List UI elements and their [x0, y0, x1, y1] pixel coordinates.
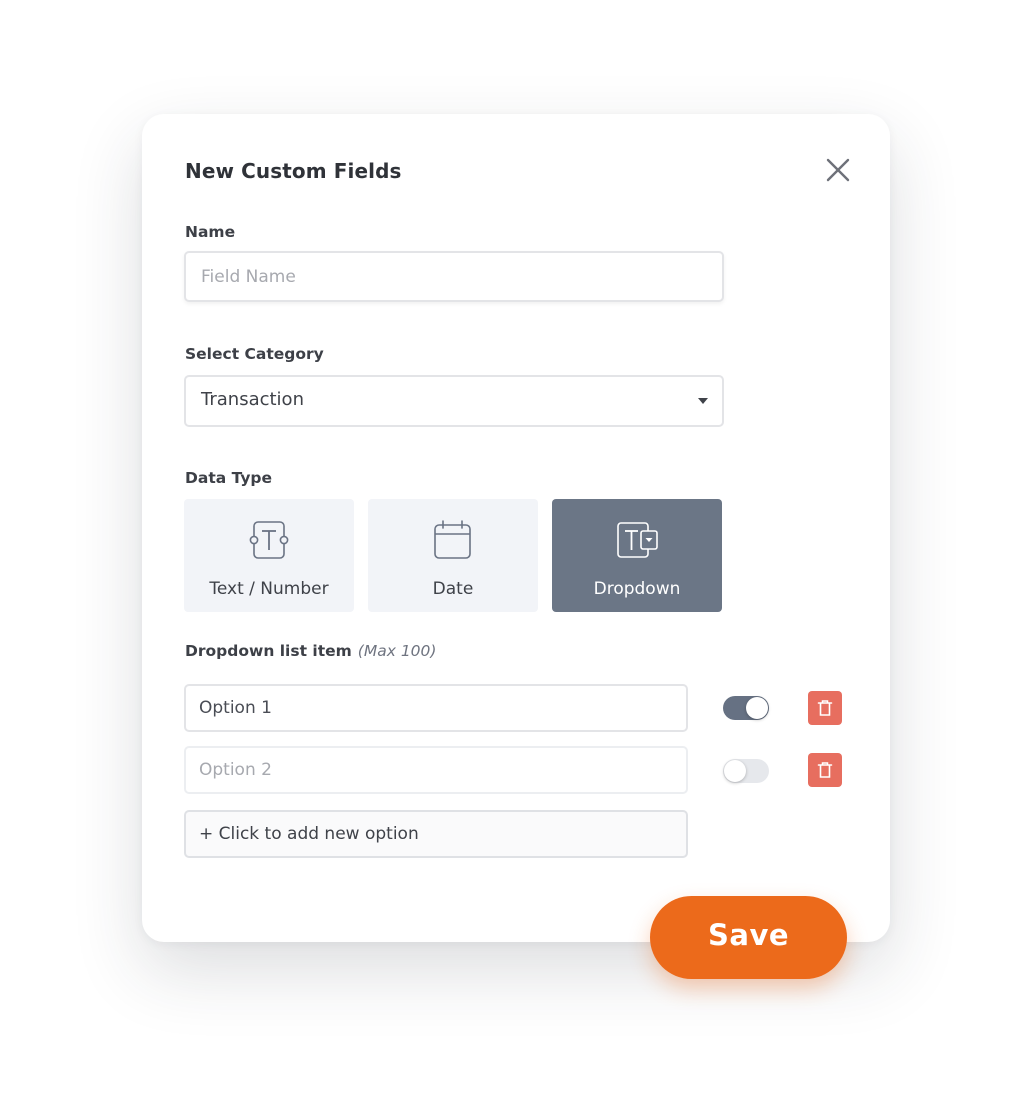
category-label: Select Category — [185, 345, 324, 363]
name-label: Name — [185, 223, 236, 241]
data-type-date[interactable]: Date — [368, 499, 538, 612]
category-selected-value: Transaction — [201, 389, 304, 410]
dropdown-list-title: Dropdown list item — [185, 642, 352, 660]
add-option-button[interactable]: + Click to add new option — [184, 810, 688, 858]
data-type-label-date: Date — [432, 579, 474, 599]
close-icon — [826, 158, 850, 182]
toggle-knob — [746, 697, 768, 719]
delete-option-1-button[interactable] — [808, 691, 842, 725]
trash-icon — [817, 762, 833, 778]
option-1-toggle[interactable] — [723, 696, 769, 720]
data-type-text-number[interactable]: Text / Number — [184, 499, 354, 612]
save-button-label: Save — [707, 918, 790, 952]
delete-option-2-button[interactable] — [808, 753, 842, 787]
data-type-label-text-number: Text / Number — [209, 579, 329, 599]
toggle-knob — [724, 760, 746, 782]
dropdown-list-label: Dropdown list item (Max 100) — [185, 642, 436, 660]
save-button[interactable]: Save — [650, 896, 847, 979]
field-name-input[interactable] — [184, 251, 724, 302]
data-type-dropdown[interactable]: Dropdown — [552, 499, 722, 612]
option-input-1[interactable] — [184, 684, 688, 732]
trash-icon — [817, 700, 833, 716]
add-option-label: + Click to add new option — [199, 824, 419, 844]
option-input-2[interactable] — [184, 746, 688, 794]
dropdown-list-hint: (Max 100) — [357, 642, 437, 660]
calendar-icon — [434, 520, 471, 559]
data-type-label: Data Type — [185, 469, 273, 487]
dropdown-field-icon — [617, 522, 658, 558]
close-button[interactable] — [822, 155, 854, 187]
data-type-label-dropdown: Dropdown — [593, 579, 681, 599]
option-2-toggle[interactable] — [723, 759, 769, 783]
dialog-title: New Custom Fields — [185, 159, 402, 183]
custom-fields-dialog: New Custom Fields Name Select Category T… — [142, 114, 890, 942]
text-field-icon — [249, 521, 289, 559]
category-select[interactable]: Transaction — [184, 375, 724, 427]
caret-down-icon — [698, 398, 708, 404]
page-stage: New Custom Fields Name Select Category T… — [0, 0, 1032, 1112]
